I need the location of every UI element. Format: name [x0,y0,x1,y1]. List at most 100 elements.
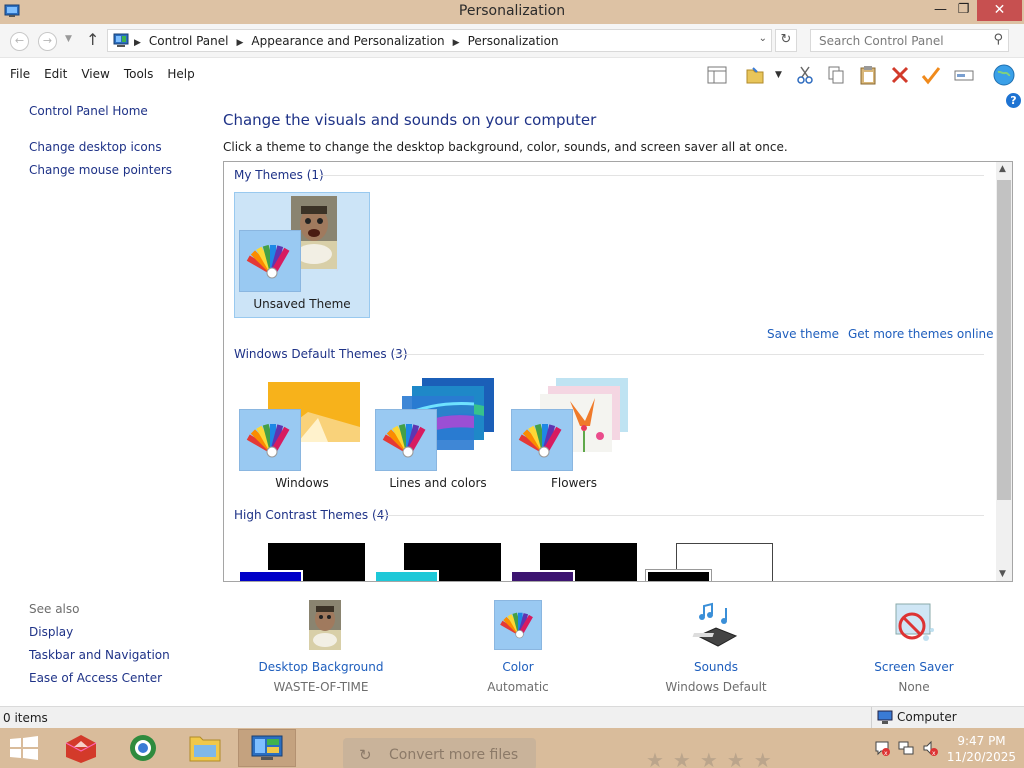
close-button[interactable]: ✕ [977,0,1022,21]
search-box[interactable]: ⚲ [810,29,1009,52]
control-panel-home-link[interactable]: Control Panel Home [29,104,148,118]
cut-icon[interactable] [795,65,815,85]
menu-bar: File Edit View Tools Help ▼ [0,59,1024,91]
rating-stars[interactable]: ★★★★★ [646,748,781,768]
globe-icon[interactable] [992,63,1016,87]
status-divider [871,707,872,729]
theme-windows[interactable]: Windows [234,370,370,496]
save-theme-link[interactable]: Save theme [767,327,839,341]
taskbar-app-red[interactable] [52,729,110,767]
default-themes-heading[interactable]: Windows Default Themes (3) [234,347,408,361]
item-value: Automatic [487,680,549,694]
search-icon[interactable]: ⚲ [993,32,1003,47]
network-icon[interactable] [898,740,914,756]
change-desktop-icons-link[interactable]: Change desktop icons [29,140,162,154]
clock[interactable]: 9:47 PM 11/20/2025 [944,733,1019,765]
breadcrumb-appearance[interactable]: Appearance and Personalization [251,34,444,48]
scrollbar[interactable]: ▲ ▼ [996,162,1012,581]
delete-icon[interactable] [890,65,910,85]
color-palette-icon [246,244,290,279]
volume-muted-icon[interactable]: x [922,740,938,756]
back-button[interactable]: ← [10,32,29,51]
maximize-button[interactable]: ❐ [950,0,977,21]
refresh-button[interactable]: ↻ [775,29,797,52]
scroll-down-icon[interactable]: ▼ [999,569,1006,579]
chevron-right-icon[interactable]: ▶ [453,38,460,48]
chevron-right-icon[interactable]: ▶ [237,38,244,48]
desktop-background-icon [309,600,341,650]
search-input[interactable] [811,30,981,51]
up-arrow-icon[interactable]: ↑ [86,30,99,49]
screen-saver-item[interactable]: Screen Saver None [834,600,994,694]
see-also-heading: See also [29,602,80,616]
scroll-up-icon[interactable]: ▲ [999,164,1006,174]
forward-button[interactable]: → [38,32,57,51]
recent-locations-icon[interactable]: ▼ [65,34,72,44]
checkmark-icon[interactable] [921,65,941,85]
chevron-down-icon[interactable]: ⌄ [759,33,767,44]
folder-icon [189,736,221,762]
theme-unsaved[interactable]: Unsaved Theme [234,192,370,318]
convert-label: Convert more files [389,747,519,763]
folder-options-icon[interactable] [745,65,765,85]
theme-label: Windows [275,476,329,490]
svg-text:x: x [932,750,936,756]
window-title: Personalization [458,3,566,19]
menu-view[interactable]: View [81,67,109,81]
menu-file[interactable]: File [10,67,30,81]
layout-pane-icon[interactable] [707,65,727,85]
theme-lines-and-colors[interactable]: Lines and colors [370,370,506,496]
my-themes-heading[interactable]: My Themes (1) [234,168,324,182]
color-palette-icon [500,612,533,639]
scroll-thumb[interactable] [997,180,1011,500]
left-pane: Control Panel Home Change desktop icons … [0,91,210,705]
chevron-right-icon: ▶ [134,38,141,48]
clock-date: 11/20/2025 [946,750,1017,764]
taskbar-app-browser[interactable] [114,729,172,767]
convert-more-files-button[interactable]: ↻ Convert more files [343,738,536,768]
sounds-item[interactable]: Sounds Windows Default [636,600,796,694]
high-contrast-badge [645,569,712,581]
paste-icon[interactable] [858,65,878,85]
item-name[interactable]: Sounds [636,660,796,674]
taskbar-navigation-link[interactable]: Taskbar and Navigation [29,648,170,662]
group-divider [374,515,984,516]
control-panel-icon [251,735,283,760]
menu-help[interactable]: Help [167,67,194,81]
browser-icon [130,735,156,761]
color-item[interactable]: Color Automatic [438,600,598,694]
item-value: WASTE-OF-TIME [273,680,369,694]
theme-label: Flowers [551,476,597,490]
high-contrast-badge [510,570,575,581]
item-name[interactable]: Desktop Background [241,660,401,674]
change-mouse-pointers-link[interactable]: Change mouse pointers [29,163,172,177]
get-more-themes-link[interactable]: Get more themes online [848,327,994,341]
breadcrumb-control-panel[interactable]: Control Panel [149,34,229,48]
item-value: None [898,680,930,694]
taskbar-app-control-panel[interactable] [238,729,296,767]
palette-badge [239,409,301,471]
menu-tools[interactable]: Tools [124,67,154,81]
display-link[interactable]: Display [29,625,73,639]
high-contrast-heading[interactable]: High Contrast Themes (4) [234,508,389,522]
title-bar: Personalization — ❐ ✕ [0,0,1024,24]
help-icon[interactable]: ? [1006,93,1021,108]
color-palette-icon [246,423,290,458]
chevron-down-icon[interactable]: ▼ [775,70,782,80]
action-center-icon[interactable]: x [874,740,890,756]
copy-icon[interactable] [826,65,846,85]
menu-edit[interactable]: Edit [44,67,67,81]
control-panel-icon [113,33,129,47]
item-name[interactable]: Screen Saver [834,660,994,674]
start-button[interactable] [10,736,38,760]
taskbar-app-file-explorer[interactable] [176,729,234,767]
item-name[interactable]: Color [438,660,598,674]
desktop-background-item[interactable]: Desktop Background WASTE-OF-TIME [241,600,401,694]
address-bar[interactable]: ▶ Control Panel ▶ Appearance and Personaliz… [107,29,772,52]
rename-icon[interactable] [954,65,974,85]
breadcrumb-personalization[interactable]: Personalization [468,34,559,48]
ease-of-access-link[interactable]: Ease of Access Center [29,671,162,685]
theme-flowers[interactable]: Flowers [506,370,642,496]
themes-list[interactable]: My Themes (1) Unsaved Theme Save theme G… [223,161,1013,582]
page-title: Change the visuals and sounds on your co… [223,111,597,129]
